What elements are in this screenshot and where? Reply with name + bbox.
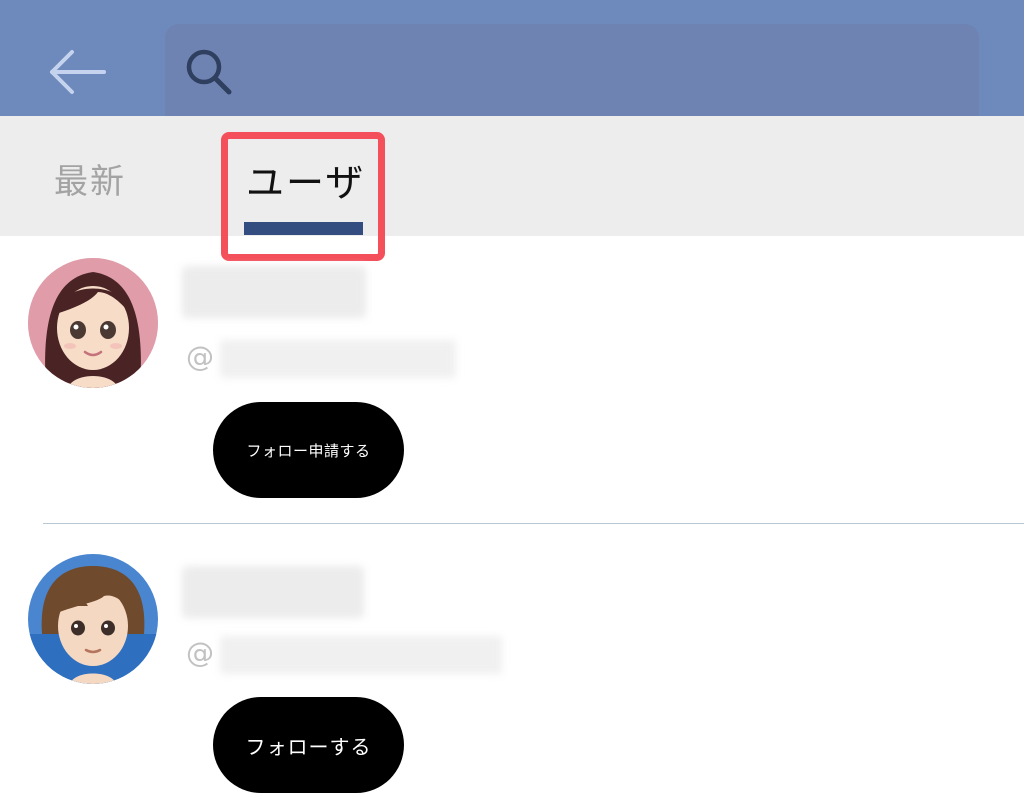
avatar-female-icon: [28, 258, 158, 388]
app-header: [0, 0, 1024, 116]
highlight-annotation: [221, 132, 385, 261]
arrow-left-icon: [50, 50, 106, 94]
list-divider: [43, 523, 1024, 524]
user-handle-prefix: @: [186, 340, 214, 373]
search-bar[interactable]: [165, 24, 979, 116]
user-name-redacted: [182, 266, 366, 318]
tab-latest[interactable]: 最新: [54, 154, 126, 203]
follow-button[interactable]: フォローする: [213, 697, 404, 793]
back-button[interactable]: [44, 40, 112, 104]
user-handle-redacted: [220, 340, 456, 378]
page: 最新 ユーザ @ フォロー申請する @ フォローする: [0, 0, 1024, 812]
user-name-redacted: [182, 566, 364, 618]
user-handle-prefix: @: [186, 636, 214, 669]
search-input[interactable]: [243, 46, 943, 96]
avatar-male-icon: [28, 554, 158, 684]
user-avatar[interactable]: [28, 554, 158, 684]
follow-request-button[interactable]: フォロー申請する: [213, 402, 404, 498]
user-handle-redacted: [220, 636, 502, 674]
search-icon: [186, 49, 232, 95]
tab-bar: 最新 ユーザ: [0, 116, 1024, 236]
user-avatar[interactable]: [28, 258, 158, 388]
